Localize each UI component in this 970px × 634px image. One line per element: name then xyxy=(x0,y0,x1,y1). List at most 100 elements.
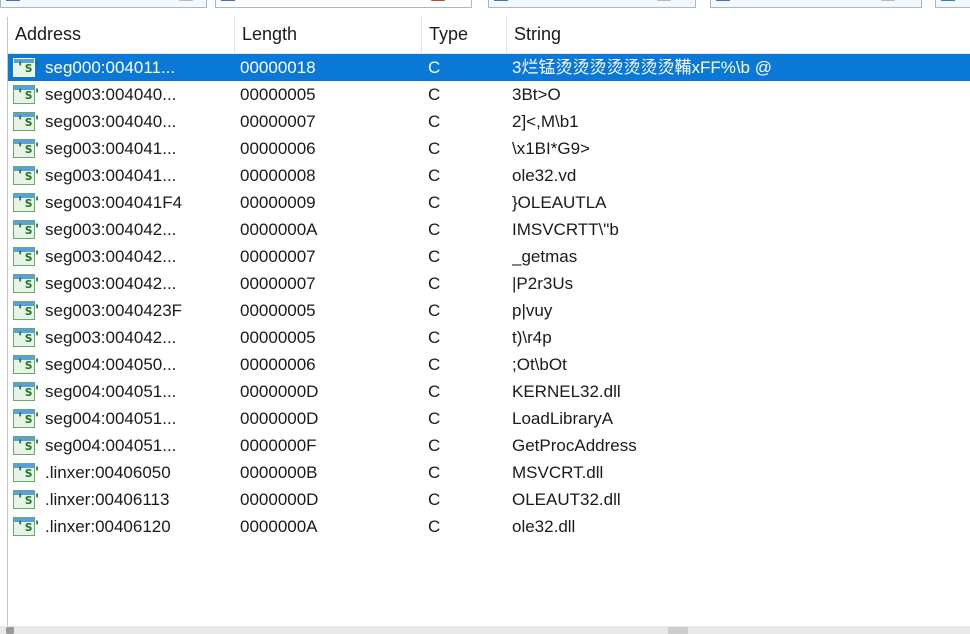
string-literal-icon: 's' xyxy=(13,139,42,158)
scrollbar-thumb[interactable] xyxy=(668,627,688,634)
tab-close-icon[interactable] xyxy=(881,0,895,1)
cell-type: C xyxy=(428,112,441,131)
icon-letter: 's' xyxy=(16,168,42,184)
cell-length: 00000018 xyxy=(240,58,316,77)
string-literal-icon: 's' xyxy=(13,85,42,104)
cell-string: OLEAUT32.dll xyxy=(512,490,621,509)
cell-string: IMSVCRTT\"b xyxy=(512,220,619,239)
cell-string: t)\r4p xyxy=(512,328,552,347)
cell-length: 00000005 xyxy=(240,328,316,347)
string-literal-icon: 's' xyxy=(13,193,42,212)
cell-address: seg003:004042... xyxy=(45,328,177,347)
cell-address: seg003:004042... xyxy=(45,220,177,239)
cell-type: C xyxy=(428,328,441,347)
cell-string: LoadLibraryA xyxy=(512,409,614,428)
tab-view-icon xyxy=(6,0,20,1)
table-row[interactable]: 's' seg004:004051... 0000000D C KERNEL32.dll xyxy=(8,378,970,405)
cell-address: seg003:004041... xyxy=(45,139,177,158)
string-literal-icon: 's' xyxy=(13,328,42,347)
icon-letter: 's' xyxy=(16,330,42,346)
string-literal-icon: 's' xyxy=(13,166,42,185)
cell-type: C xyxy=(428,85,441,104)
cell-type: C xyxy=(428,166,441,185)
table-row[interactable]: 's' seg003:004041F4 00000009 C}OLEAUTLA xyxy=(8,189,970,216)
tab-close-icon[interactable] xyxy=(657,0,671,1)
cell-address: seg003:004040... xyxy=(45,85,177,104)
table-row[interactable]: 's' .linxer:00406120 0000000A Cole32.dll xyxy=(8,513,970,540)
cell-length: 0000000F xyxy=(240,436,317,455)
table-row[interactable]: 's' seg003:004042... 00000005 Ct)\r4p xyxy=(8,324,970,351)
icon-letter: 's' xyxy=(16,276,42,292)
tab-close-icon[interactable] xyxy=(431,0,445,1)
strings-list[interactable]: Address Length Type String 's' seg000:004… xyxy=(7,17,970,626)
tab-view-icon xyxy=(494,0,508,1)
cell-string: ole32.vd xyxy=(512,166,577,185)
tab-3[interactable] xyxy=(488,0,696,8)
cell-string: 2]<,M\b1 xyxy=(512,112,579,131)
icon-letter: 's' xyxy=(16,114,42,130)
string-literal-icon: 's' xyxy=(13,382,42,401)
cell-string: 3Bt>O xyxy=(512,85,561,104)
cell-address: seg003:004042... xyxy=(45,274,177,293)
table-row[interactable]: 's' seg003:004040... 00000005 C 3Bt>O xyxy=(8,81,970,108)
column-header-length[interactable]: Length xyxy=(235,17,421,53)
table-row[interactable]: 's' seg004:004050... 00000006 C ;Ot\bOt xyxy=(8,351,970,378)
cell-length: 0000000A xyxy=(240,517,318,536)
table-row[interactable]: 's' seg004:004051... 0000000D C LoadLibraryA xyxy=(8,405,970,432)
cell-type: C xyxy=(428,274,441,293)
cell-length: 00000005 xyxy=(240,85,316,104)
tab-1[interactable] xyxy=(0,0,207,8)
table-row[interactable]: 's' .linxer:00406113 0000000D C OLEAUT32.dll xyxy=(8,486,970,513)
cell-length: 0000000A xyxy=(240,220,318,239)
tab-5[interactable] xyxy=(935,0,970,8)
cell-address: seg003:004041... xyxy=(45,166,177,185)
icon-letter: 's' xyxy=(16,519,42,535)
horizontal-scrollbar[interactable] xyxy=(0,626,970,634)
string-literal-icon: 's' xyxy=(13,58,42,77)
cell-string: ;Ot\bOt xyxy=(512,355,567,374)
cell-address: seg003:0040423F xyxy=(45,301,183,320)
scroll-left-icon[interactable] xyxy=(6,627,14,634)
icon-letter: 's' xyxy=(16,411,42,427)
cell-string: ole32.dll xyxy=(512,517,576,536)
string-literal-icon: 's' xyxy=(13,490,41,509)
tab-strings[interactable] xyxy=(215,0,472,8)
column-header-string[interactable]: String xyxy=(507,17,967,53)
table-row[interactable]: 's' .linxer:00406050 0000000B C MSVCRT.dll xyxy=(8,459,970,486)
table-row[interactable]: 's' seg004:004051... 0000000F C GetProcAddre… xyxy=(8,432,970,459)
table-row[interactable]: 's' seg003:004042... 00000007 C _getmas xyxy=(8,243,970,270)
cell-address: seg004:004051... xyxy=(45,436,177,455)
icon-letter: 's' xyxy=(16,141,42,157)
icon-letter: 's' xyxy=(16,87,42,103)
cell-length: 0000000B xyxy=(240,463,318,482)
table-row[interactable]: 's' seg003:004042... 00000007 C |P2r3Us xyxy=(8,270,970,297)
cell-string: GetProcAddress xyxy=(512,436,637,455)
table-row[interactable]: 's' seg003:004041... 00000006 C \x1BI*G9> xyxy=(8,135,970,162)
cell-type: C xyxy=(428,463,441,482)
icon-letter: 's' xyxy=(16,465,42,481)
icon-letter: 's' xyxy=(16,384,42,400)
icon-letter: 's' xyxy=(16,249,42,265)
table-row[interactable]: 's' seg000:004011... 00000018 C 3烂锰烫烫烫烫烫烫烫鞴x… xyxy=(8,54,970,81)
tab-4[interactable] xyxy=(710,0,922,8)
table-row[interactable]: 's' seg003:0040423F 00000005 Cp|vuy xyxy=(8,297,970,324)
cell-address: seg004:004051... xyxy=(45,382,177,401)
column-header-address[interactable]: Address xyxy=(8,17,234,53)
cell-address: seg003:004041F4 xyxy=(45,193,183,212)
cell-address: .linxer:00406113 xyxy=(45,490,170,509)
table-row[interactable]: 's' seg003:004041... 00000008 Cole32.vd xyxy=(8,162,970,189)
cell-address: seg003:004042... xyxy=(45,247,177,266)
string-literal-icon: 's' xyxy=(13,301,41,320)
cell-length: 0000000D xyxy=(240,409,319,428)
column-header-type[interactable]: Type xyxy=(422,17,506,53)
cell-length: 0000000D xyxy=(240,382,319,401)
cell-string: KERNEL32.dll xyxy=(512,382,621,401)
icon-letter: 's' xyxy=(16,60,42,76)
table-row[interactable]: 's' seg003:004042... 0000000A C IMSVCRTT\"b xyxy=(8,216,970,243)
cell-type: C xyxy=(428,139,441,158)
table-row[interactable]: 's' seg003:004040... 00000007 C 2]<,M\b1 xyxy=(8,108,970,135)
tab-strip xyxy=(0,0,970,8)
icon-letter: 's' xyxy=(16,195,42,211)
tab-close-icon[interactable] xyxy=(179,0,193,1)
string-literal-icon: 's' xyxy=(13,517,42,536)
